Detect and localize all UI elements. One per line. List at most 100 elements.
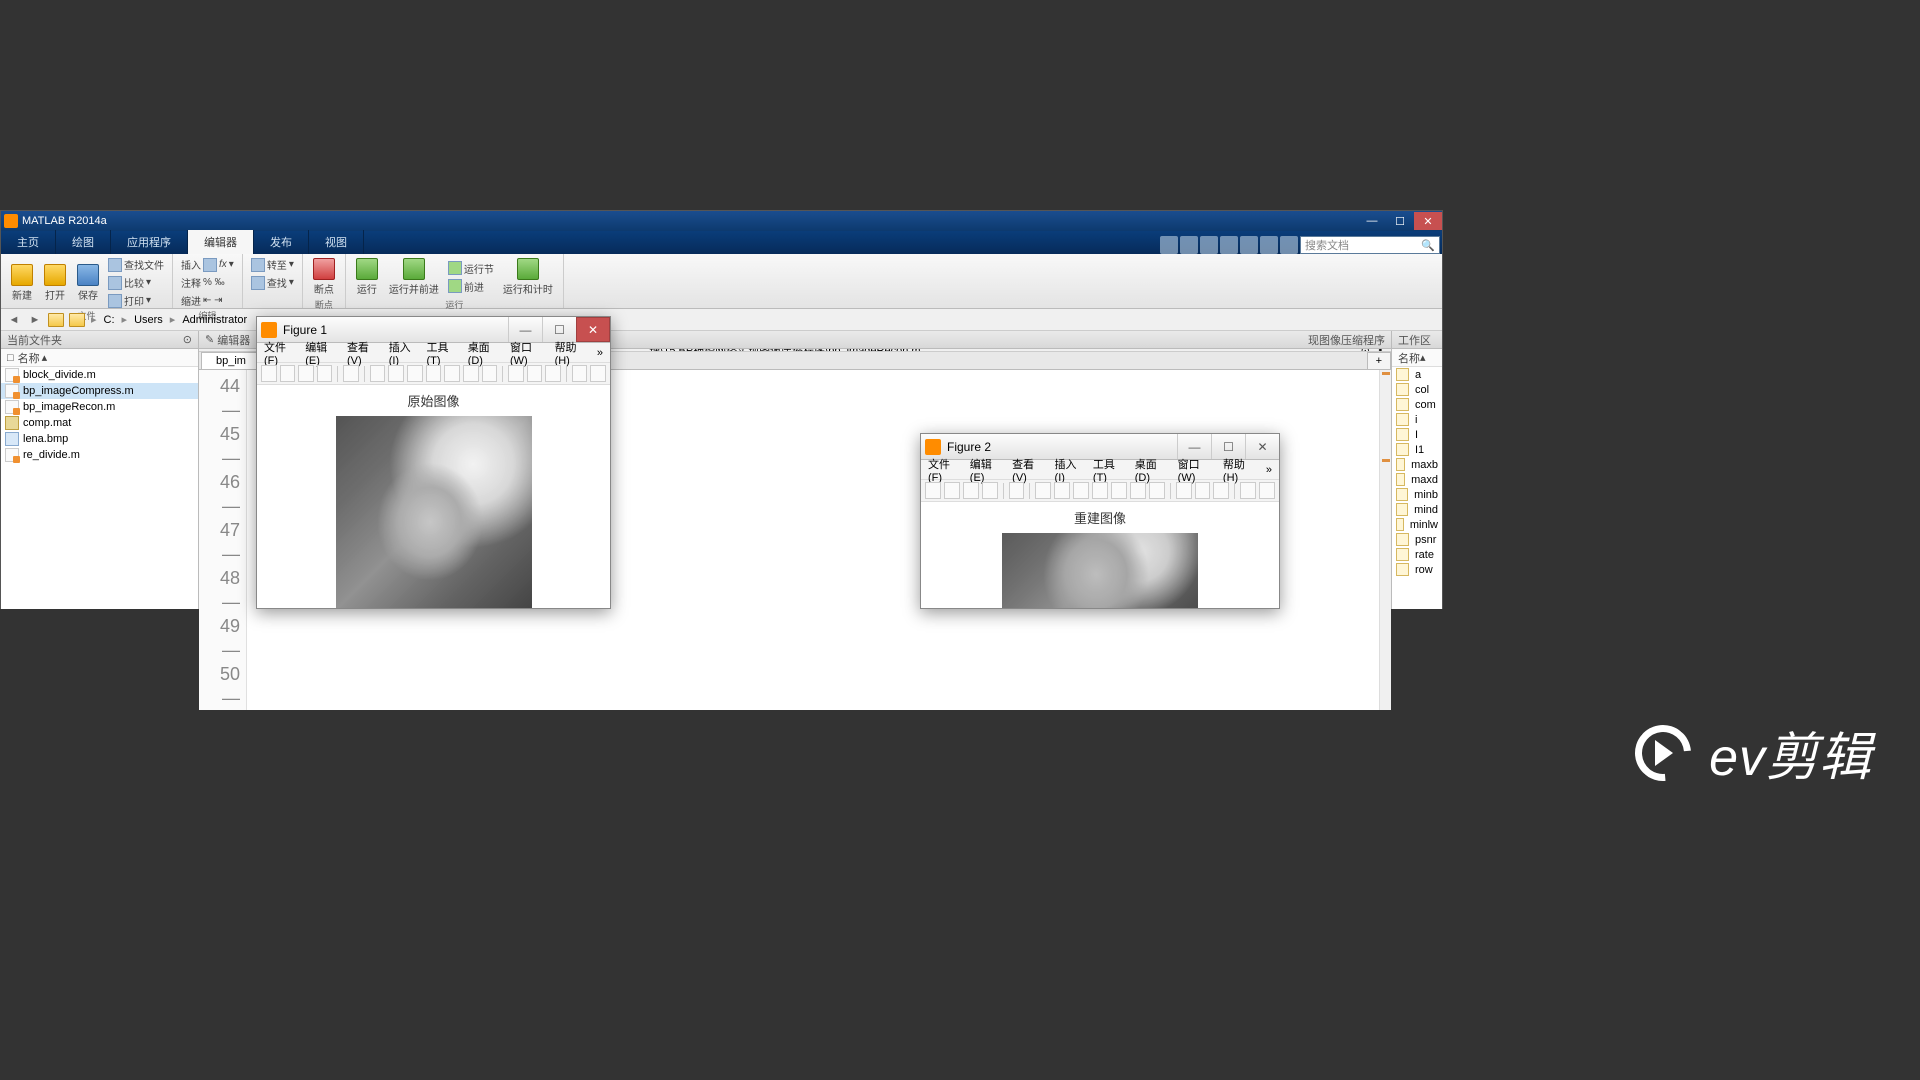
rotate-icon[interactable] xyxy=(426,365,442,382)
quick-save-icon[interactable] xyxy=(1180,236,1198,254)
workspace-var[interactable]: I1 xyxy=(1392,442,1442,457)
quick-copy-icon[interactable] xyxy=(1200,236,1218,254)
zoom-out-icon[interactable] xyxy=(1054,482,1070,499)
dock-icon[interactable] xyxy=(590,365,606,382)
crumb-c[interactable]: C: xyxy=(102,314,117,326)
save-figure-icon[interactable] xyxy=(298,365,314,382)
tab-plots[interactable]: 绘图 xyxy=(56,230,111,254)
rotate-icon[interactable] xyxy=(1092,482,1108,499)
figure2-window[interactable]: Figure 2 — ☐ ✕ 文件(F)编辑(E)查看(V)插入(I)工具(T)… xyxy=(920,433,1280,609)
brush-icon[interactable] xyxy=(1130,482,1146,499)
brush-icon[interactable] xyxy=(463,365,479,382)
new-figure-icon[interactable] xyxy=(261,365,277,382)
editor-tab-add[interactable]: + xyxy=(1367,352,1391,369)
colorbar-icon[interactable] xyxy=(508,365,524,382)
datatip-icon[interactable] xyxy=(444,365,460,382)
save-figure-icon[interactable] xyxy=(963,482,979,499)
workspace-var[interactable]: com xyxy=(1392,397,1442,412)
link-icon[interactable] xyxy=(1149,482,1165,499)
workspace-var[interactable]: minlw xyxy=(1392,517,1442,532)
editor-tab-bp[interactable]: bp_im xyxy=(201,352,261,369)
figure-menu-item[interactable]: 工具(T) xyxy=(1090,455,1130,485)
run-advance-button[interactable]: 运行并前进 xyxy=(385,256,443,298)
axes-icon[interactable] xyxy=(545,365,561,382)
quick-redo-icon[interactable] xyxy=(1240,236,1258,254)
workspace-var[interactable]: row xyxy=(1392,562,1442,577)
forward-button[interactable]: ► xyxy=(26,311,44,329)
maximize-button[interactable]: ☐ xyxy=(1386,212,1414,230)
search-docs-input[interactable]: 搜索文档 🔍 xyxy=(1300,236,1440,254)
col-name-header[interactable]: 名称 xyxy=(18,350,40,366)
file-item[interactable]: block_divide.m xyxy=(1,367,198,383)
axes-icon[interactable] xyxy=(1213,482,1229,499)
figure-menu-item[interactable]: 编辑(E) xyxy=(302,338,342,368)
workspace-var[interactable]: i xyxy=(1392,412,1442,427)
legend-icon[interactable] xyxy=(527,365,543,382)
hide-tools-icon[interactable] xyxy=(1240,482,1256,499)
code-minimap[interactable] xyxy=(1379,370,1391,710)
pointer-icon[interactable] xyxy=(1009,482,1025,499)
find-button[interactable]: 查找 ▾ xyxy=(249,274,296,291)
minimize-button[interactable]: — xyxy=(1358,212,1386,230)
quick-help-icon[interactable] xyxy=(1280,236,1298,254)
figure-menu-item[interactable]: 帮助(H) xyxy=(552,338,592,368)
print-figure-icon[interactable] xyxy=(317,365,333,382)
figure-menu-item[interactable]: 窗口(W) xyxy=(507,338,550,368)
figure-menu-item[interactable]: 查看(V) xyxy=(344,338,384,368)
workspace-var[interactable]: psnr xyxy=(1392,532,1442,547)
workspace-var[interactable]: maxb xyxy=(1392,457,1442,472)
file-item[interactable]: comp.mat xyxy=(1,415,198,431)
figure-menu-item[interactable]: 文件(F) xyxy=(261,338,300,368)
figure-menu-item[interactable]: 插入(I) xyxy=(1052,455,1088,485)
figure-menu-item[interactable]: 插入(I) xyxy=(386,338,422,368)
figure-menu-item[interactable]: 桌面(D) xyxy=(465,338,505,368)
crumb-admin[interactable]: Administrator xyxy=(180,314,249,326)
workspace-var[interactable]: rate xyxy=(1392,547,1442,562)
hide-tools-icon[interactable] xyxy=(572,365,588,382)
advance-button[interactable]: 前进 xyxy=(446,278,496,295)
figure1-window[interactable]: Figure 1 — ☐ ✕ 文件(F)编辑(E)查看(V)插入(I)工具(T)… xyxy=(256,316,611,609)
workspace-col-header[interactable]: 名称 xyxy=(1398,350,1420,366)
compare-button[interactable]: 比较 ▾ xyxy=(106,274,166,291)
panel-menu-icon[interactable]: ⊙ xyxy=(183,333,192,346)
legend-icon[interactable] xyxy=(1195,482,1211,499)
tab-apps[interactable]: 应用程序 xyxy=(111,230,188,254)
zoom-out-icon[interactable] xyxy=(388,365,404,382)
workspace-var[interactable]: col xyxy=(1392,382,1442,397)
workspace-var[interactable]: minb xyxy=(1392,487,1442,502)
back-button[interactable]: ◄ xyxy=(5,311,23,329)
new-button[interactable]: 新建 xyxy=(7,262,37,304)
tab-publish[interactable]: 发布 xyxy=(254,230,309,254)
find-files-button[interactable]: 查找文件 xyxy=(106,256,166,273)
file-item[interactable]: re_divide.m xyxy=(1,447,198,463)
datatip-icon[interactable] xyxy=(1111,482,1127,499)
zoom-in-icon[interactable] xyxy=(370,365,386,382)
file-item[interactable]: bp_imageRecon.m xyxy=(1,399,198,415)
figure-menu-item[interactable]: 文件(F) xyxy=(925,455,965,485)
up-button[interactable] xyxy=(47,311,65,329)
figure-menu-item[interactable]: 工具(T) xyxy=(424,338,463,368)
tab-view[interactable]: 视图 xyxy=(309,230,364,254)
breakpoints-button[interactable]: 断点 xyxy=(309,256,339,298)
indent-button[interactable]: 缩进 ⇤ ⇥ xyxy=(179,292,236,309)
crumb-users[interactable]: Users xyxy=(132,314,165,326)
pan-icon[interactable] xyxy=(1073,482,1089,499)
print-button[interactable]: 打印 ▾ xyxy=(106,292,166,309)
open-figure-icon[interactable] xyxy=(944,482,960,499)
pan-icon[interactable] xyxy=(407,365,423,382)
open-button[interactable]: 打开 xyxy=(40,262,70,304)
pointer-icon[interactable] xyxy=(343,365,359,382)
menu-overflow-icon[interactable]: » xyxy=(1263,463,1275,477)
figure-menu-item[interactable]: 编辑(E) xyxy=(967,455,1007,485)
run-button[interactable]: 运行 xyxy=(352,256,382,298)
browse-button[interactable] xyxy=(68,311,86,329)
run-section-button[interactable]: 运行节 xyxy=(446,260,496,277)
tab-editor[interactable]: 编辑器 xyxy=(188,230,254,254)
print-figure-icon[interactable] xyxy=(982,482,998,499)
workspace-var[interactable]: maxd xyxy=(1392,472,1442,487)
link-icon[interactable] xyxy=(482,365,498,382)
figure-menu-item[interactable]: 查看(V) xyxy=(1009,455,1049,485)
zoom-in-icon[interactable] xyxy=(1035,482,1051,499)
comment-button[interactable]: 注释 % ‰ xyxy=(179,274,236,291)
new-figure-icon[interactable] xyxy=(925,482,941,499)
